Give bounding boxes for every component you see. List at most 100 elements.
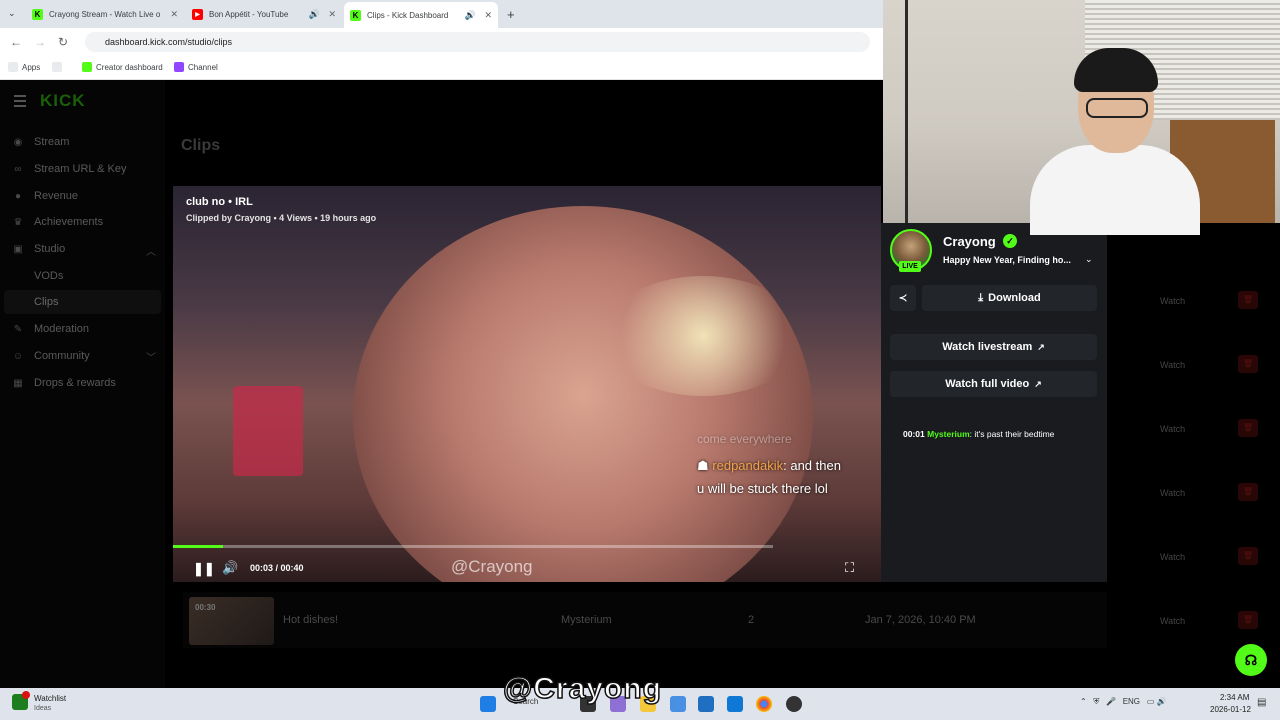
tab-search-icon[interactable]: ⌄ (8, 8, 16, 19)
watch-full-video-button[interactable]: Watch full video ↗ (890, 371, 1097, 397)
speaker-icon[interactable]: 🔊 (465, 10, 476, 21)
watch-link[interactable]: Watch (1160, 552, 1185, 562)
sidebar-item-community[interactable]: ☺ Community (12, 350, 90, 362)
chevron-down-icon[interactable]: ﹀ (146, 349, 156, 364)
bookmark-channel[interactable]: Channel (174, 62, 218, 72)
sidebar-item-moderation[interactable]: ✎ Moderation (12, 323, 89, 335)
delete-icon[interactable]: 🗑 (1238, 419, 1258, 437)
trophy-icon: ♛ (13, 216, 23, 228)
chevron-up-icon[interactable]: ⌃ (1080, 697, 1087, 706)
security-icon[interactable]: ⛨ (1093, 697, 1099, 706)
external-link-icon: ↗ (1034, 378, 1042, 389)
sidebar-item-stream-url-key[interactable]: ∞ Stream URL & Key (12, 163, 126, 175)
clip-date: Jan 7, 2026, 10:40 PM (865, 614, 976, 626)
time-display: 00:03 / 00:40 (250, 563, 304, 573)
users-icon: ☺ (12, 350, 24, 362)
tab-bon-appetit[interactable]: ▶ Bon Appétit - YouTube 🔊 ✕ (186, 4, 342, 24)
tab-clips-dashboard[interactable]: K Clips - Kick Dashboard 🔊 ✕ (344, 2, 498, 28)
widget-label: Watchlist (34, 694, 67, 703)
streamer-name[interactable]: Crayong (943, 234, 996, 249)
tab-group-icon[interactable] (52, 62, 66, 72)
video-frame (353, 206, 813, 582)
sidebar-item-clips[interactable]: Clips (34, 296, 58, 308)
verified-icon: ✓ (1003, 234, 1017, 248)
delete-icon[interactable]: 🗑 (1238, 611, 1258, 629)
watch-link[interactable]: Watch (1160, 616, 1185, 626)
store-icon[interactable] (698, 696, 714, 712)
sidebar-item-stream[interactable]: ◉ Stream (12, 136, 70, 148)
video-watermark: @Crayong (451, 557, 533, 576)
watch-link[interactable]: Watch (1160, 360, 1185, 370)
sidebar-item-studio[interactable]: ▣ Studio (12, 243, 65, 255)
notifications-icon[interactable]: ▤ (1257, 697, 1266, 708)
clip-title: Hot dishes! (283, 614, 339, 626)
close-tab-icon[interactable]: ✕ (170, 9, 178, 20)
notification-badge (22, 691, 30, 699)
close-tab-icon[interactable]: ✕ (484, 10, 492, 21)
clip-video-player[interactable] (173, 186, 881, 582)
active-nav-highlight (4, 290, 161, 314)
network-icon[interactable]: ▭ (1147, 697, 1155, 706)
webcam-lamp (905, 0, 908, 223)
wrench-icon: ✎ (13, 323, 23, 335)
outlook-icon[interactable] (727, 696, 743, 712)
delete-icon[interactable]: 🗑 (1238, 291, 1258, 309)
watch-livestream-button[interactable]: Watch livestream ↗ (890, 334, 1097, 360)
microphone-icon[interactable]: 🎤 (1106, 697, 1116, 706)
obs-icon[interactable] (786, 696, 802, 712)
chat-overlay-line1: ☗ redpandakik: and then (697, 458, 841, 473)
delete-icon[interactable]: 🗑 (1238, 547, 1258, 565)
chrome-icon[interactable] (756, 696, 772, 712)
download-icon: ⤓ (978, 291, 984, 304)
kick-favicon-icon: K (350, 9, 361, 21)
clip-title-overlay: club no • IRL (186, 196, 253, 208)
delete-icon[interactable]: 🗑 (1238, 483, 1258, 501)
url-field[interactable]: dashboard.kick.com/studio/clips (85, 32, 870, 52)
watch-link[interactable]: Watch (1160, 424, 1185, 434)
sidebar-item-drops-rewards[interactable]: ▦ Drops & rewards (12, 377, 116, 389)
new-tab-icon[interactable]: + (507, 7, 515, 22)
widget-sublabel: Ideas (34, 705, 52, 712)
chevron-up-icon[interactable]: ︿ (146, 243, 156, 258)
webcam-glasses (1086, 98, 1148, 118)
sidebar-item-revenue[interactable]: ● Revenue (12, 190, 78, 202)
watch-link[interactable]: Watch (1160, 296, 1185, 306)
webcam-person-body (1030, 145, 1200, 235)
watch-link[interactable]: Watch (1160, 488, 1185, 498)
chat-overlay-faded: come everywhere (697, 432, 792, 446)
close-tab-icon[interactable]: ✕ (328, 9, 336, 20)
gift-icon: ▦ (13, 377, 23, 389)
forward-icon[interactable]: → (34, 35, 46, 49)
grid-icon (52, 62, 62, 72)
reload-icon[interactable]: ↻ (58, 35, 68, 49)
bookmark-creator-dashboard[interactable]: Creator dashboard (82, 62, 163, 72)
sidebar-item-achievements[interactable]: ♛ Achievements (12, 216, 104, 228)
sidebar-item-vods[interactable]: VODs (34, 270, 63, 282)
system-tray[interactable]: ⌃ ⛨ 🎤 ENG ▭ 🔊 (1080, 697, 1166, 707)
start-windows-icon[interactable] (480, 696, 496, 712)
tab-crayong-stream[interactable]: K Crayong Stream - Watch Live o ✕ (26, 4, 184, 24)
back-icon[interactable]: ← (10, 35, 22, 49)
share-button[interactable]: ≺ (890, 285, 916, 311)
delete-icon[interactable]: 🗑 (1238, 355, 1258, 373)
progress-bar[interactable] (173, 545, 773, 548)
studio-icon: ▣ (13, 243, 23, 255)
help-chat-icon[interactable]: ☊ (1235, 644, 1267, 676)
volume-icon[interactable]: 🔊 (222, 560, 238, 576)
download-button[interactable]: ⤓ Download (922, 285, 1097, 311)
live-badge: LIVE (899, 261, 921, 272)
pause-icon[interactable]: ❚❚ (193, 561, 215, 577)
menu-icon[interactable] (14, 95, 26, 110)
speaker-icon[interactable]: 🔊 (309, 9, 320, 20)
volume-icon[interactable]: 🔊 (1157, 697, 1167, 706)
bookmarks-bar: Apps Creator dashboard Channel (0, 56, 883, 80)
stream-title: Happy New Year, Finding ho... (943, 255, 1071, 265)
bookmark-apps[interactable]: Apps (8, 62, 40, 72)
app-icon[interactable] (670, 696, 686, 712)
chevron-down-icon[interactable]: ⌄ (1085, 254, 1093, 265)
clock-time[interactable]: 2:34 AM (1220, 693, 1249, 702)
fullscreen-icon[interactable]: ⛶ (845, 560, 854, 576)
kick-logo[interactable]: KICK (40, 91, 86, 111)
clip-views: 2 (748, 614, 755, 626)
clock-date[interactable]: 2026-01-12 (1210, 705, 1251, 714)
